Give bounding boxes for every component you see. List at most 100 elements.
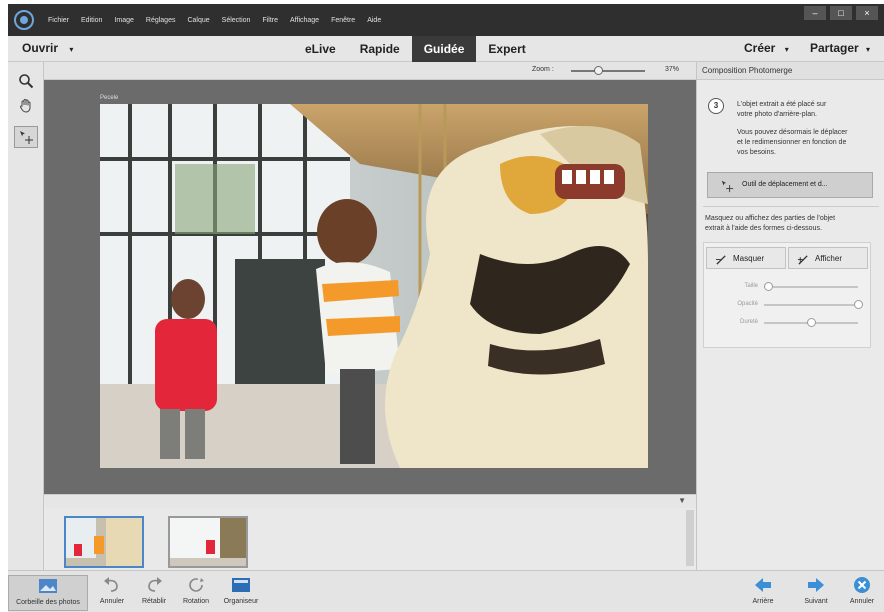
title-bar: Fichier Edition Image Réglages Calque Sé… (8, 4, 884, 36)
menu-aide[interactable]: Aide (367, 17, 381, 24)
canvas-area: Zoom : 37% Pecele (44, 62, 696, 494)
status-bar: Corbeille des photos Annuler Rétablir Ro… (8, 570, 884, 612)
menu-reglages[interactable]: Réglages (146, 17, 176, 24)
menu-image[interactable]: Image (114, 17, 133, 24)
app-window: Fichier Edition Image Réglages Calque Sé… (8, 4, 884, 612)
thumbnail-2-image (170, 518, 246, 566)
menu-filtre[interactable]: Filtre (262, 17, 278, 24)
slider-size-track[interactable] (764, 286, 858, 288)
menu-fenetre[interactable]: Fenêtre (331, 17, 355, 24)
zoom-slider-thumb[interactable] (594, 66, 603, 75)
chevron-down-icon: ▾ (784, 45, 789, 54)
layer-label: Pecele (100, 95, 119, 101)
brush-plus-icon (797, 255, 808, 265)
canvas-bottom-strip: ▼ (44, 494, 696, 508)
cancel-button[interactable]: Annuler (844, 575, 880, 611)
cancel-label: Annuler (849, 598, 875, 605)
photo-svg (100, 104, 648, 468)
slider-size: Taille (704, 281, 870, 293)
photo-thumbnail-2[interactable] (168, 516, 248, 568)
slider-hardness: Dureté (704, 317, 870, 329)
help-line-2: et le redimensionner en fonction de (737, 139, 847, 146)
chevron-down-icon: ▾ (866, 45, 871, 54)
slider-hardness-label: Dureté (739, 319, 758, 325)
zoom-tool[interactable] (14, 70, 38, 92)
organizer-button[interactable]: Organiseur (218, 575, 264, 611)
minimize-button[interactable]: – (804, 6, 826, 20)
share-label: Partager (810, 41, 859, 55)
brush-minus-icon (715, 255, 726, 265)
menu-affichage[interactable]: Affichage (290, 17, 319, 24)
cancel-circle-icon (854, 577, 870, 593)
rotate-label: Rotation (182, 598, 210, 605)
mode-bar: Ouvrir ▾ eLive Rapide Guidée Expert Crée… (8, 36, 884, 62)
organizer-label: Organiseur (223, 598, 259, 605)
bin-options-chevron-icon[interactable]: ▼ (678, 496, 686, 505)
menu-fichier[interactable]: Fichier (48, 17, 69, 24)
chevron-down-icon: ▾ (69, 45, 74, 54)
share-menu-button[interactable]: Partager ▾ (810, 41, 870, 55)
photo-bin-label: Corbeille des photos (16, 599, 80, 606)
arrow-left-icon (755, 578, 771, 592)
open-label: Ouvrir (22, 41, 59, 55)
create-menu-button[interactable]: Créer ▾ (744, 41, 789, 55)
slider-opacity-label: Opacité (737, 301, 758, 307)
photo-thumbnail-1[interactable] (64, 516, 144, 568)
panel-title: Composition Photomerge (702, 66, 793, 75)
move-arrows-icon (20, 131, 33, 144)
move-tool[interactable] (14, 126, 38, 148)
undo-label: Annuler (99, 598, 125, 605)
mask-line-2: extrait à l'aide des formes ci-dessous. (705, 225, 822, 232)
show-button[interactable]: Afficher (788, 247, 868, 269)
create-label: Créer (744, 41, 776, 55)
door (235, 259, 325, 384)
slider-size-thumb[interactable] (764, 282, 774, 291)
mask-instructions: Masquez ou affichez des parties de l'obj… (705, 214, 881, 234)
help-line-3: vos besoins. (737, 149, 776, 156)
rotate-button[interactable]: Rotation (178, 575, 214, 611)
slider-opacity-thumb[interactable] (853, 300, 863, 309)
redo-label: Rétablir (141, 598, 167, 605)
menu-edition[interactable]: Edition (81, 17, 102, 24)
show-label: Afficher (815, 254, 842, 263)
slider-size-label: Taille (744, 283, 758, 289)
hand-tool[interactable] (14, 94, 38, 116)
thumbnail-1-image (66, 518, 142, 566)
composite-photo[interactable] (100, 104, 648, 468)
tab-elive[interactable]: eLive (293, 36, 348, 62)
tab-rapide[interactable]: Rapide (348, 36, 412, 62)
menu-bar: Fichier Edition Image Réglages Calque Sé… (48, 17, 393, 24)
slider-opacity: Opacité (704, 299, 870, 311)
mask-controls: Masquer Afficher Taille Opacité Dureté (703, 242, 871, 348)
open-menu-button[interactable]: Ouvrir ▾ (22, 41, 73, 55)
next-label: Suivant (804, 598, 828, 605)
step-number-badge: 3 (708, 98, 724, 114)
bin-scrollbar[interactable] (686, 510, 694, 566)
left-toolbar (8, 62, 44, 570)
slider-opacity-track[interactable] (764, 304, 858, 306)
app-logo-icon (14, 10, 34, 30)
menu-selection[interactable]: Sélection (222, 17, 251, 24)
redo-button[interactable]: Rétablir (136, 575, 172, 611)
back-button[interactable]: Arrière (746, 575, 780, 611)
arrow-right-icon (808, 578, 824, 592)
step-line-2: votre photo d'arrière-plan. (737, 111, 817, 118)
photo-bin-button[interactable]: Corbeille des photos (8, 575, 88, 611)
slider-hardness-thumb[interactable] (806, 318, 816, 327)
zoom-slider-track[interactable] (571, 70, 645, 72)
maximize-button[interactable]: □ (830, 6, 852, 20)
menu-calque[interactable]: Calque (187, 17, 209, 24)
hide-button[interactable]: Masquer (706, 247, 786, 269)
close-window-button[interactable]: × (856, 6, 878, 20)
move-tool-button[interactable]: Outil de déplacement et d... (707, 172, 873, 198)
redo-icon (148, 577, 162, 592)
trees-outside (175, 164, 255, 234)
zoom-label: Zoom : (532, 66, 554, 73)
tab-guidee[interactable]: Guidée (411, 36, 477, 62)
tab-expert[interactable]: Expert (476, 36, 537, 62)
rotate-icon (189, 578, 204, 592)
undo-button[interactable]: Annuler (94, 575, 130, 611)
next-button[interactable]: Suivant (798, 575, 834, 611)
panel-title-bar: Composition Photomerge (697, 62, 884, 80)
hand-icon (20, 99, 31, 113)
